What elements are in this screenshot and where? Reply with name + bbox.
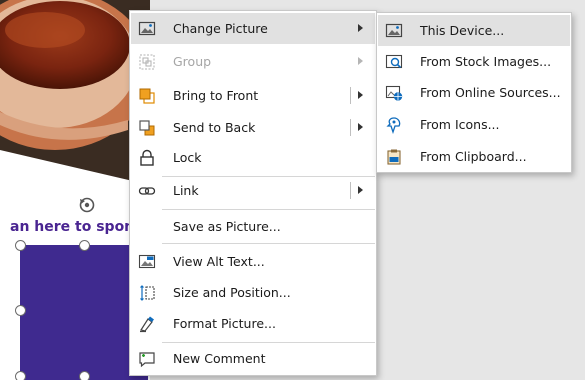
lock-icon xyxy=(140,149,154,166)
menu-item-label: Change Picture xyxy=(173,21,268,36)
size-position-icon xyxy=(140,285,155,301)
group-icon xyxy=(139,54,155,70)
clipboard-icon xyxy=(387,149,401,165)
submenu-item-online-sources[interactable]: From Online Sources... xyxy=(378,77,570,108)
send-to-back-icon xyxy=(139,120,155,136)
resize-handle[interactable] xyxy=(79,371,90,380)
menu-item-label: Send to Back xyxy=(173,120,256,135)
menu-item-label: Size and Position... xyxy=(173,285,291,300)
submenu-item-label: From Icons... xyxy=(420,117,500,132)
submenu-item-this-device[interactable]: This Device... xyxy=(378,15,570,46)
alt-text-icon xyxy=(138,254,156,269)
menu-item-change-picture[interactable]: Change Picture xyxy=(131,13,375,44)
menu-item-lock[interactable]: Lock xyxy=(131,142,375,173)
context-menu: Change Picture Group Bring to Front Send… xyxy=(129,10,377,376)
menu-item-format-picture[interactable]: Format Picture... xyxy=(131,308,375,339)
resize-handle[interactable] xyxy=(15,371,26,380)
rotate-handle-icon[interactable] xyxy=(77,195,97,215)
resize-handle[interactable] xyxy=(79,240,90,251)
submenu-item-label: From Online Sources... xyxy=(420,85,561,100)
link-icon xyxy=(138,187,156,195)
submenu-item-label: From Stock Images... xyxy=(420,54,552,69)
menu-item-label: View Alt Text... xyxy=(173,254,265,269)
menu-item-label: New Comment xyxy=(173,351,266,366)
change-picture-submenu: This Device... From Stock Images... From… xyxy=(376,12,572,173)
new-comment-icon xyxy=(139,352,155,368)
format-picture-icon xyxy=(140,316,154,333)
online-sources-icon xyxy=(385,85,403,101)
resize-handle[interactable] xyxy=(15,305,26,316)
split-divider xyxy=(350,119,351,136)
menu-item-send-to-back[interactable]: Send to Back xyxy=(131,112,375,143)
menu-item-group[interactable]: Group xyxy=(131,46,375,77)
split-divider xyxy=(350,87,351,104)
stock-images-icon xyxy=(385,54,403,69)
this-device-icon xyxy=(385,23,403,38)
menu-item-bring-to-front[interactable]: Bring to Front xyxy=(131,80,375,111)
submenu-arrow-icon[interactable] xyxy=(358,186,363,194)
menu-separator xyxy=(162,209,375,210)
change-picture-icon xyxy=(138,21,156,36)
menu-item-label: Format Picture... xyxy=(173,316,276,331)
slide-canvas: an here to spon xyxy=(0,0,150,380)
menu-item-view-alt-text[interactable]: View Alt Text... xyxy=(131,246,375,277)
split-divider xyxy=(350,182,351,199)
submenu-item-icons[interactable]: From Icons... xyxy=(378,109,570,140)
menu-item-label: Link xyxy=(173,183,199,198)
submenu-item-label: From Clipboard... xyxy=(420,149,527,164)
submenu-item-stock-images[interactable]: From Stock Images... xyxy=(378,46,570,77)
menu-item-link[interactable]: Link xyxy=(131,175,375,206)
submenu-arrow-icon[interactable] xyxy=(358,123,363,131)
submenu-item-clipboard[interactable]: From Clipboard... xyxy=(378,141,570,172)
icons-icon xyxy=(386,117,401,134)
submenu-item-label: This Device... xyxy=(420,23,505,38)
menu-item-label: Bring to Front xyxy=(173,88,259,103)
resize-handle[interactable] xyxy=(15,240,26,251)
menu-item-label: Lock xyxy=(173,150,202,165)
submenu-arrow-icon xyxy=(358,57,363,65)
submenu-arrow-icon xyxy=(358,24,363,32)
bring-to-front-icon xyxy=(139,88,155,104)
menu-separator xyxy=(162,243,375,244)
menu-item-label: Save as Picture... xyxy=(173,219,281,234)
slide-text[interactable]: an here to spon xyxy=(10,219,134,235)
menu-item-save-as-picture[interactable]: Save as Picture... xyxy=(131,211,375,242)
menu-item-new-comment[interactable]: New Comment xyxy=(131,343,375,374)
menu-item-size-and-position[interactable]: Size and Position... xyxy=(131,277,375,308)
menu-item-label: Group xyxy=(173,54,212,69)
submenu-arrow-icon[interactable] xyxy=(358,91,363,99)
